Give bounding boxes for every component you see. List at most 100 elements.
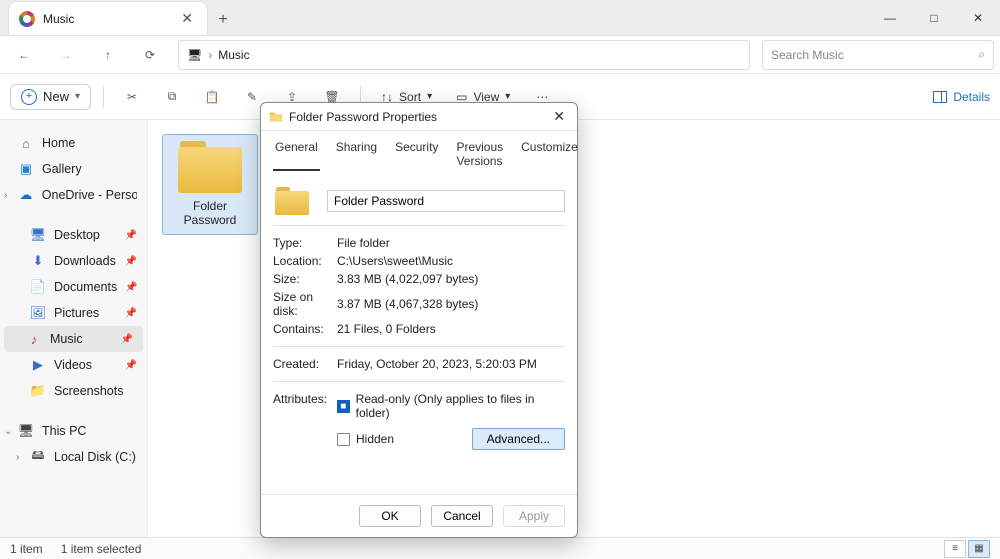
pin-icon: 📌 bbox=[125, 360, 137, 371]
sidebar-item-onedrive[interactable]: ›☁OneDrive - Perso bbox=[0, 182, 147, 208]
details-pane-button[interactable]: Details bbox=[933, 90, 990, 104]
document-icon: 📄 bbox=[30, 279, 46, 295]
pin-icon: 📌 bbox=[121, 334, 133, 345]
contains-value: 21 Files, 0 Folders bbox=[337, 322, 565, 336]
desktop-icon: 🖥 bbox=[30, 227, 46, 243]
back-button[interactable]: ← bbox=[6, 40, 42, 70]
type-label: Type: bbox=[273, 236, 337, 250]
folder-item-label: Folder Password bbox=[167, 199, 253, 228]
status-selection-count: 1 item selected bbox=[61, 542, 142, 556]
view-icons-button[interactable]: ▦ bbox=[968, 540, 990, 558]
size-on-disk-label: Size on disk: bbox=[273, 290, 337, 318]
sidebar-label: Documents bbox=[54, 280, 117, 294]
folder-password-item[interactable]: Folder Password bbox=[162, 134, 258, 523]
apply-button[interactable]: Apply bbox=[503, 505, 565, 527]
location-label: Location: bbox=[273, 254, 337, 268]
sidebar-label: Videos bbox=[54, 358, 92, 372]
chevron-down-icon: ▾ bbox=[427, 91, 432, 102]
forward-button[interactable]: → bbox=[48, 40, 84, 70]
sidebar-item-downloads[interactable]: ⬇ Downloads 📌 bbox=[0, 248, 147, 274]
pin-icon: 📌 bbox=[125, 256, 137, 267]
tab-close-button[interactable]: ✕ bbox=[177, 8, 197, 29]
chevron-right-icon[interactable]: › bbox=[4, 190, 7, 201]
tab-music[interactable]: Music ✕ bbox=[8, 1, 208, 35]
address-root-icon: 🖥 bbox=[187, 48, 202, 62]
sidebar-item-gallery[interactable]: ▣Gallery bbox=[0, 156, 147, 182]
size-label: Size: bbox=[273, 272, 337, 286]
folder-name-input[interactable] bbox=[327, 190, 565, 212]
dialog-titlebar[interactable]: Folder Password Properties ✕ bbox=[261, 103, 577, 131]
music-app-icon bbox=[19, 11, 35, 27]
minimize-button[interactable]: — bbox=[868, 0, 912, 35]
view-list-button[interactable]: ≡ bbox=[944, 540, 966, 558]
sidebar-label: Pictures bbox=[54, 306, 99, 320]
folder-icon bbox=[269, 110, 283, 124]
search-box[interactable]: Search Music ⌕ bbox=[762, 40, 994, 70]
maximize-button[interactable]: □ bbox=[912, 0, 956, 35]
sidebar-item-pictures[interactable]: 🖼 Pictures 📌 bbox=[0, 300, 147, 326]
up-button[interactable]: ↑ bbox=[90, 40, 126, 70]
location-value: C:\Users\sweet\Music bbox=[337, 254, 565, 268]
chevron-down-icon[interactable]: ⌄ bbox=[4, 426, 12, 437]
search-icon: ⌕ bbox=[978, 47, 985, 62]
status-bar: 1 item 1 item selected ≡ ▦ bbox=[0, 537, 1000, 559]
tab-security[interactable]: Security bbox=[393, 137, 440, 171]
hidden-label: Hidden bbox=[356, 432, 394, 446]
created-value: Friday, October 20, 2023, 5:20:03 PM bbox=[337, 357, 565, 371]
cancel-button[interactable]: Cancel bbox=[431, 505, 493, 527]
toolbar-divider bbox=[103, 86, 104, 108]
new-tab-button[interactable]: + bbox=[208, 5, 238, 35]
chevron-right-icon[interactable]: › bbox=[16, 452, 19, 463]
chevron-down-icon: ▾ bbox=[75, 91, 80, 102]
tab-sharing[interactable]: Sharing bbox=[334, 137, 379, 171]
breadcrumb-current[interactable]: Music bbox=[218, 48, 249, 62]
readonly-checkbox[interactable]: ■ bbox=[337, 400, 350, 413]
size-on-disk-value: 3.87 MB (4,067,328 bytes) bbox=[337, 297, 565, 311]
folder-large-icon bbox=[275, 187, 309, 215]
sidebar-label: Home bbox=[42, 136, 75, 150]
contains-label: Contains: bbox=[273, 322, 337, 336]
sidebar-item-desktop[interactable]: 🖥Desktop📌 bbox=[0, 222, 147, 248]
tab-label: Music bbox=[43, 12, 74, 26]
dialog-close-button[interactable]: ✕ bbox=[549, 108, 569, 125]
refresh-button[interactable]: ⟳ bbox=[132, 40, 168, 70]
attributes-label: Attributes: bbox=[273, 392, 337, 406]
ok-button[interactable]: OK bbox=[359, 505, 421, 527]
pin-icon: 📌 bbox=[125, 282, 137, 293]
sidebar-label: This PC bbox=[42, 424, 86, 438]
sidebar-label: OneDrive - Perso bbox=[42, 188, 137, 202]
sidebar-item-videos[interactable]: ▶Videos📌 bbox=[0, 352, 147, 378]
details-label: Details bbox=[953, 90, 990, 104]
navigation-bar: ← → ↑ ⟳ 🖥 › Music Search Music ⌕ bbox=[0, 36, 1000, 74]
sidebar-item-home[interactable]: ⌂ Home bbox=[0, 130, 147, 156]
dialog-title: Folder Password Properties bbox=[289, 110, 437, 124]
sidebar-item-documents[interactable]: 📄 Documents 📌 bbox=[0, 274, 147, 300]
paste-button[interactable]: 📋 bbox=[196, 82, 228, 112]
copy-button[interactable]: ⧉ bbox=[156, 82, 188, 112]
hidden-checkbox[interactable] bbox=[337, 433, 350, 446]
sidebar-item-this-pc[interactable]: ⌄🖥This PC bbox=[0, 418, 147, 444]
tab-customize[interactable]: Customize bbox=[519, 137, 580, 171]
pictures-icon: 🖼 bbox=[30, 305, 46, 321]
sidebar-item-local-disk[interactable]: ›🖴Local Disk (C:) bbox=[0, 444, 147, 470]
new-button-label: New bbox=[43, 89, 69, 104]
search-placeholder: Search Music bbox=[771, 48, 978, 62]
sidebar-item-screenshots[interactable]: 📁Screenshots bbox=[0, 378, 147, 404]
tab-previous-versions[interactable]: Previous Versions bbox=[454, 137, 505, 171]
status-item-count: 1 item bbox=[10, 542, 43, 556]
address-bar[interactable]: 🖥 › Music bbox=[178, 40, 750, 70]
home-icon: ⌂ bbox=[18, 135, 34, 151]
cut-button[interactable]: ✂ bbox=[116, 82, 148, 112]
window-close-button[interactable]: ✕ bbox=[956, 0, 1000, 35]
advanced-button[interactable]: Advanced... bbox=[472, 428, 565, 450]
sidebar-label: Desktop bbox=[54, 228, 100, 242]
tab-general[interactable]: General bbox=[273, 137, 320, 171]
pin-icon: 📌 bbox=[125, 308, 137, 319]
properties-dialog: Folder Password Properties ✕ General Sha… bbox=[260, 102, 578, 538]
sidebar-item-music[interactable]: ♪Music📌 bbox=[4, 326, 143, 352]
new-button[interactable]: + New ▾ bbox=[10, 84, 91, 110]
size-value: 3.83 MB (4,022,097 bytes) bbox=[337, 272, 565, 286]
sidebar-label: Downloads bbox=[54, 254, 116, 268]
details-pane-icon bbox=[933, 91, 947, 103]
download-icon: ⬇ bbox=[30, 253, 46, 269]
